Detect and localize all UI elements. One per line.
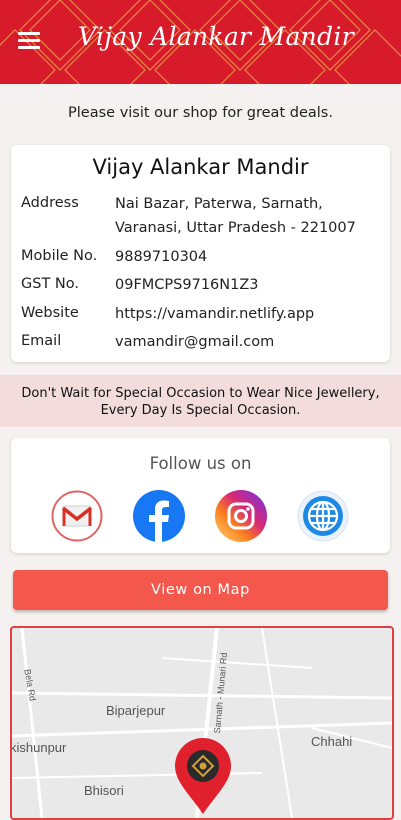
website-globe-icon[interactable] — [297, 490, 349, 542]
promo-line-1: Don't Wait for Special Occasion to Wear … — [21, 386, 380, 401]
app-bar: Vijay Alankar Mandir — [0, 0, 401, 84]
map-place-kishunpur: kishunpur — [10, 740, 67, 755]
shop-info-card: Vijay Alankar Mandir Address Nai Bazar, … — [11, 145, 390, 362]
promo-line-2: Every Day Is Special Occasion. — [100, 403, 301, 418]
gmail-icon[interactable] — [51, 490, 103, 542]
website-link[interactable]: https://vamandir.netlify.app — [115, 302, 385, 326]
shop-name: Vijay Alankar Mandir — [92, 155, 309, 179]
view-on-map-button[interactable]: View on Map — [13, 570, 388, 610]
app-title: Vijay Alankar Mandir — [78, 22, 354, 51]
map-place-bhisori: Bhisori — [84, 783, 124, 798]
map-location-pin-icon[interactable] — [171, 736, 235, 816]
gst-label: GST No. — [21, 276, 79, 292]
mobile-label: Mobile No. — [21, 248, 98, 264]
instagram-icon[interactable] — [215, 490, 267, 542]
email-label: Email — [21, 333, 62, 349]
facebook-icon[interactable] — [133, 490, 185, 542]
map-view[interactable]: Bela Rd Sarnath - Munari Rd Biparjepur C… — [10, 626, 394, 820]
map-place-chhahi: Chhahi — [311, 734, 353, 749]
follow-card: Follow us on — [11, 438, 390, 553]
email-link[interactable]: vamandir@gmail.com — [115, 330, 385, 354]
map-place-biparjepur: Biparjepur — [106, 703, 166, 718]
gst-value: 09FMCPS9716N1Z3 — [115, 277, 259, 293]
website-label: Website — [21, 305, 79, 321]
tagline: Please visit our shop for great deals. — [68, 105, 333, 121]
mobile-value[interactable]: 9889710304 — [115, 245, 385, 269]
address-value: Nai Bazar, Paterwa, Sarnath, Varanasi, U… — [115, 196, 356, 236]
promo-banner: Don't Wait for Special Occasion to Wear … — [0, 375, 401, 427]
follow-title: Follow us on — [149, 454, 252, 473]
address-label: Address — [21, 195, 79, 211]
hamburger-menu-icon[interactable] — [18, 32, 40, 50]
